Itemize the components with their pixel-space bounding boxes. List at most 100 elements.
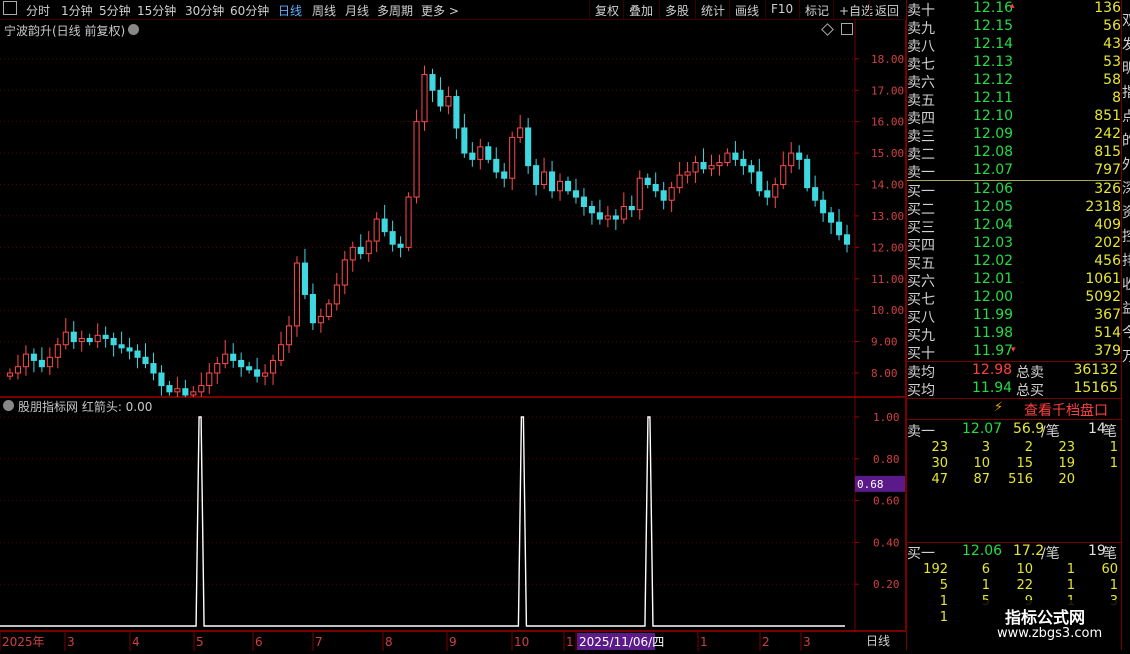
indicator-chart[interactable]: 1.00 0.80 0.60 0.40 0.20 0.68 — [0, 397, 906, 631]
bid-level-5[interactable]: 买五 12.02 456 — [907, 253, 1121, 272]
period-tab-3[interactable]: 15分钟 — [137, 2, 176, 19]
level-volume: 56 — [1103, 18, 1121, 34]
queue-order: 5 — [939, 578, 948, 593]
candle-body — [118, 344, 125, 349]
candle-body — [54, 344, 61, 358]
y-tick-label: 15.00 — [871, 147, 904, 160]
candle-body — [102, 334, 109, 339]
y-tick-label: 0.40 — [873, 536, 900, 549]
level-price: 12.04 — [973, 217, 1014, 233]
ask-level-10[interactable]: 卖一 12.07 797 — [907, 162, 1121, 181]
thousand-depth-link[interactable]: 查看千档盘口 — [1024, 400, 1108, 420]
candle-body — [325, 303, 332, 317]
candle-body — [30, 353, 37, 361]
period-label: 日线 — [866, 634, 891, 648]
level-label: 卖十 — [907, 3, 935, 19]
level-volume: 326 — [1094, 181, 1121, 197]
period-toolbar: 分时 1分钟 5分钟 15分钟 30分钟 60分钟 日线 周线 月线 多周期 更多 > 复权 叠加 多股… — [0, 0, 905, 20]
candle-body — [461, 127, 468, 154]
ask-level-7[interactable]: 卖四 12.10 851 — [907, 108, 1121, 127]
level-volume: 1061 — [1085, 271, 1121, 287]
candle-body — [588, 206, 595, 214]
period-tab-9[interactable]: 多周期 — [377, 2, 413, 19]
bid-level-6[interactable]: 买六 12.01 1061 — [907, 271, 1121, 290]
candle-body — [270, 359, 277, 374]
candle-body — [158, 372, 165, 387]
period-tab-5[interactable]: 60分钟 — [230, 2, 269, 19]
candle-body — [780, 165, 787, 186]
date-label: 9 — [449, 635, 457, 649]
ask-level-8[interactable]: 卖三 12.09 242 — [907, 126, 1121, 145]
toolbar-action-0[interactable]: 复权 — [589, 0, 624, 19]
ask-level-2[interactable]: 卖九 12.15 56 — [907, 18, 1121, 37]
queue-order: 87 — [973, 472, 990, 487]
level-label: 买十 — [907, 346, 935, 362]
bid-level-4[interactable]: 买四 12.03 202 — [907, 235, 1121, 254]
level-label: 卖三 — [907, 129, 935, 145]
queue-order: 1 — [1109, 440, 1118, 455]
period-tab-6[interactable]: 日线 — [278, 2, 302, 19]
ask-level-4[interactable]: 卖七 12.13 53 — [907, 54, 1121, 73]
bid-level-3[interactable]: 买三 12.04 409 — [907, 217, 1121, 236]
candle-body — [796, 152, 803, 160]
toolbar-action-2[interactable]: 多股 — [659, 0, 694, 19]
candle-body — [14, 366, 22, 374]
level-label: 卖二 — [907, 147, 935, 163]
candle-body — [134, 350, 141, 358]
ask-level-3[interactable]: 卖八 12.14 43 — [907, 36, 1121, 55]
candle-body — [389, 231, 396, 245]
queue-order: 20 — [1058, 472, 1075, 487]
toolbar-action-4[interactable]: 画线 — [729, 0, 764, 19]
y-tick-label: 17.00 — [871, 84, 904, 97]
candle-body — [708, 165, 715, 170]
period-tab-8[interactable]: 月线 — [345, 2, 369, 19]
level-volume: 58 — [1103, 72, 1121, 88]
period-tab-4[interactable]: 30分钟 — [185, 2, 224, 19]
news-strip[interactable]: 双发明指点的外深资控排收益今万 — [1122, 0, 1130, 400]
bid-level-9[interactable]: 买九 11.98 514 — [907, 325, 1121, 344]
ask1-avg-unit: /笔 — [1041, 424, 1060, 440]
toolbar-action-5[interactable]: F10 — [765, 0, 798, 19]
candlestick-chart[interactable]: 18.00 17.00 16.00 15.00 14.00 13.00 12.00 11.00… — [0, 20, 906, 397]
bid-level-7[interactable]: 买七 12.00 5092 — [907, 289, 1121, 308]
bid-level-8[interactable]: 买八 11.99 367 — [907, 307, 1121, 326]
period-tab-1[interactable]: 1分钟 — [61, 2, 93, 19]
period-tab-2[interactable]: 5分钟 — [99, 2, 131, 19]
period-tab-10[interactable]: 更多 > — [421, 2, 459, 19]
candle-body — [843, 234, 851, 245]
level-label: 买四 — [907, 238, 935, 254]
toolbar-action-8[interactable]: 返回 — [869, 0, 904, 19]
toolbar-action-3[interactable]: 统计 — [695, 0, 730, 19]
ask-level-6[interactable]: 卖五 12.11 8 — [907, 90, 1121, 109]
y-tick-label: 16.00 — [871, 116, 904, 129]
level-volume: 5092 — [1085, 289, 1121, 305]
toolbar-action-6[interactable]: 标记 — [799, 0, 834, 19]
queue-order: 22 — [1016, 578, 1033, 593]
period-tab-0[interactable]: 分时 — [26, 2, 50, 19]
level-label: 买六 — [907, 274, 935, 290]
level-volume: 851 — [1094, 108, 1121, 124]
ask-level-5[interactable]: 卖六 12.12 58 — [907, 72, 1121, 91]
candle-body — [636, 177, 643, 211]
queue-order: 516 — [1008, 472, 1033, 487]
toolbar-action-1[interactable]: 叠加 — [623, 0, 658, 19]
bid-level-2[interactable]: 买二 12.05 2318 — [907, 199, 1121, 218]
bid-level-1[interactable]: 买一 12.06 326 — [907, 181, 1121, 200]
candle-body — [772, 184, 779, 198]
queue-order: 60 — [1101, 562, 1118, 577]
candle-body — [381, 218, 388, 233]
date-label: 5 — [196, 635, 204, 649]
window-menu-icon[interactable] — [3, 1, 17, 15]
candle-body — [788, 152, 795, 167]
level-volume: 53 — [1103, 54, 1121, 70]
up-arrow-icon: ▴ — [1010, 1, 1015, 11]
candle-body — [214, 363, 221, 374]
strip-char: 点 — [1122, 109, 1130, 125]
level-volume: 367 — [1094, 307, 1121, 323]
candle-body — [620, 206, 627, 220]
candle-body — [564, 180, 572, 192]
candle-body — [365, 240, 372, 255]
divider — [907, 419, 1122, 420]
period-tab-7[interactable]: 周线 — [312, 2, 336, 19]
ask-level-9[interactable]: 卖二 12.08 815 — [907, 144, 1121, 163]
